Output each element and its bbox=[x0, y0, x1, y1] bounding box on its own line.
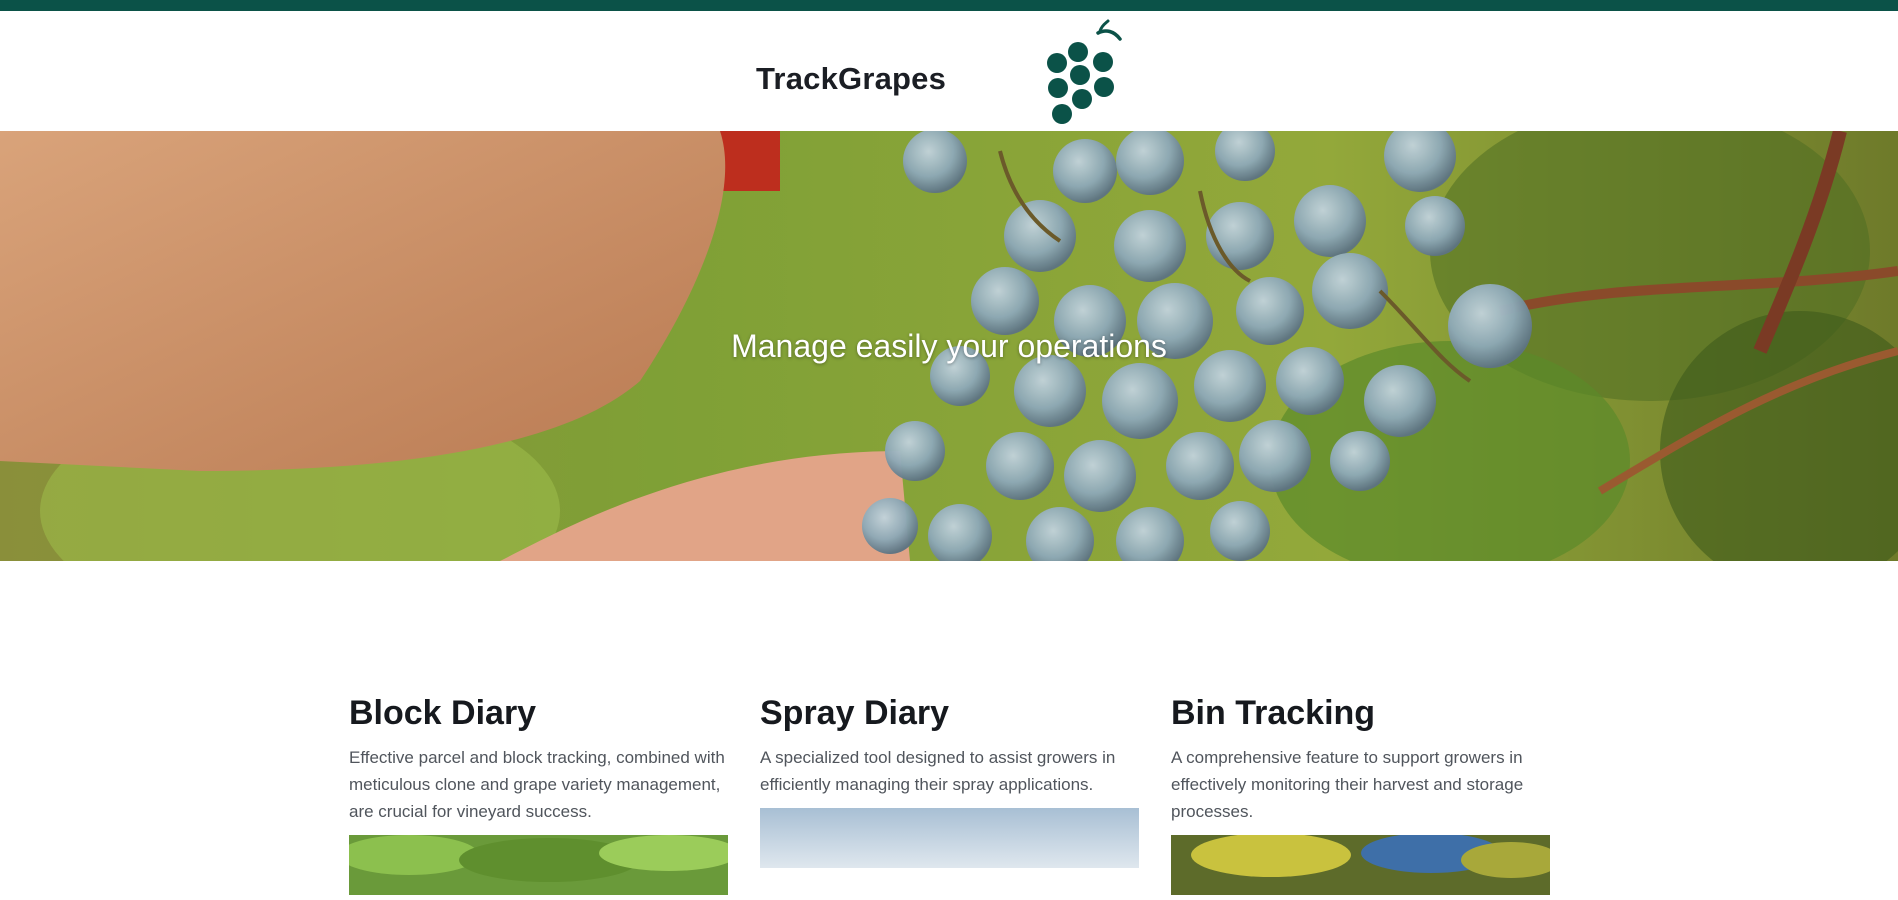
feature-card-block-diary: Block Diary Effective parcel and block t… bbox=[339, 690, 739, 895]
feature-description: A comprehensive feature to support growe… bbox=[1171, 748, 1524, 821]
site-header: TrackGrapes bbox=[0, 11, 1898, 131]
feature-card-bin-tracking: Bin Tracking A comprehensive feature to … bbox=[1171, 690, 1561, 895]
feature-title: Bin Tracking bbox=[1171, 694, 1376, 732]
grape-bunch-icon[interactable] bbox=[1040, 17, 1130, 131]
hero-tagline: Manage easily your operations bbox=[731, 328, 1167, 364]
features-section: Block Diary Effective parcel and block t… bbox=[339, 690, 1561, 895]
sky-field-image bbox=[760, 808, 1139, 868]
hero-banner: Manage easily your operations bbox=[0, 131, 1898, 561]
feature-card-spray-diary: Spray Diary A specialized tool designed … bbox=[760, 690, 1139, 871]
harvest-bins-image bbox=[1171, 833, 1561, 895]
feature-description: A specialized tool designed to assist gr… bbox=[760, 748, 1116, 794]
feature-title: Spray Diary bbox=[760, 694, 949, 732]
feature-description: Effective parcel and block tracking, com… bbox=[349, 748, 725, 821]
feature-title: Block Diary bbox=[349, 694, 537, 732]
top-accent-bar bbox=[0, 0, 1898, 11]
vineyard-rows-image bbox=[339, 835, 739, 895]
brand-title[interactable]: TrackGrapes bbox=[756, 61, 946, 97]
